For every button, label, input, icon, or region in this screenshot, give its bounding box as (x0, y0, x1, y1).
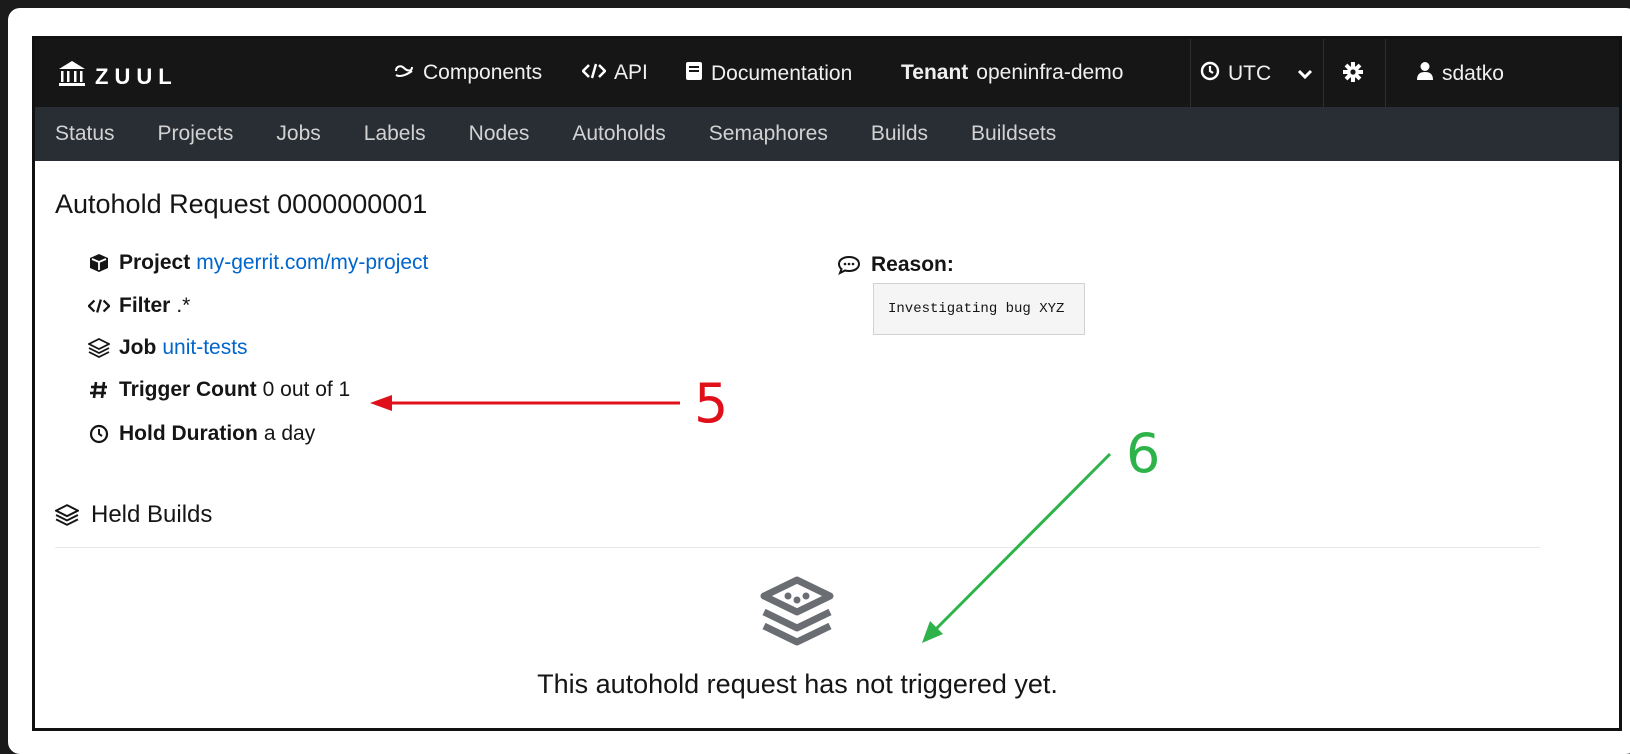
annotation-arrow-5 (370, 395, 680, 411)
annotation-label-5: 5 (694, 372, 729, 435)
annotation-arrow-6 (922, 452, 1112, 643)
annotation-overlay (370, 395, 1112, 643)
annotation-label-6: 6 (1126, 422, 1161, 485)
